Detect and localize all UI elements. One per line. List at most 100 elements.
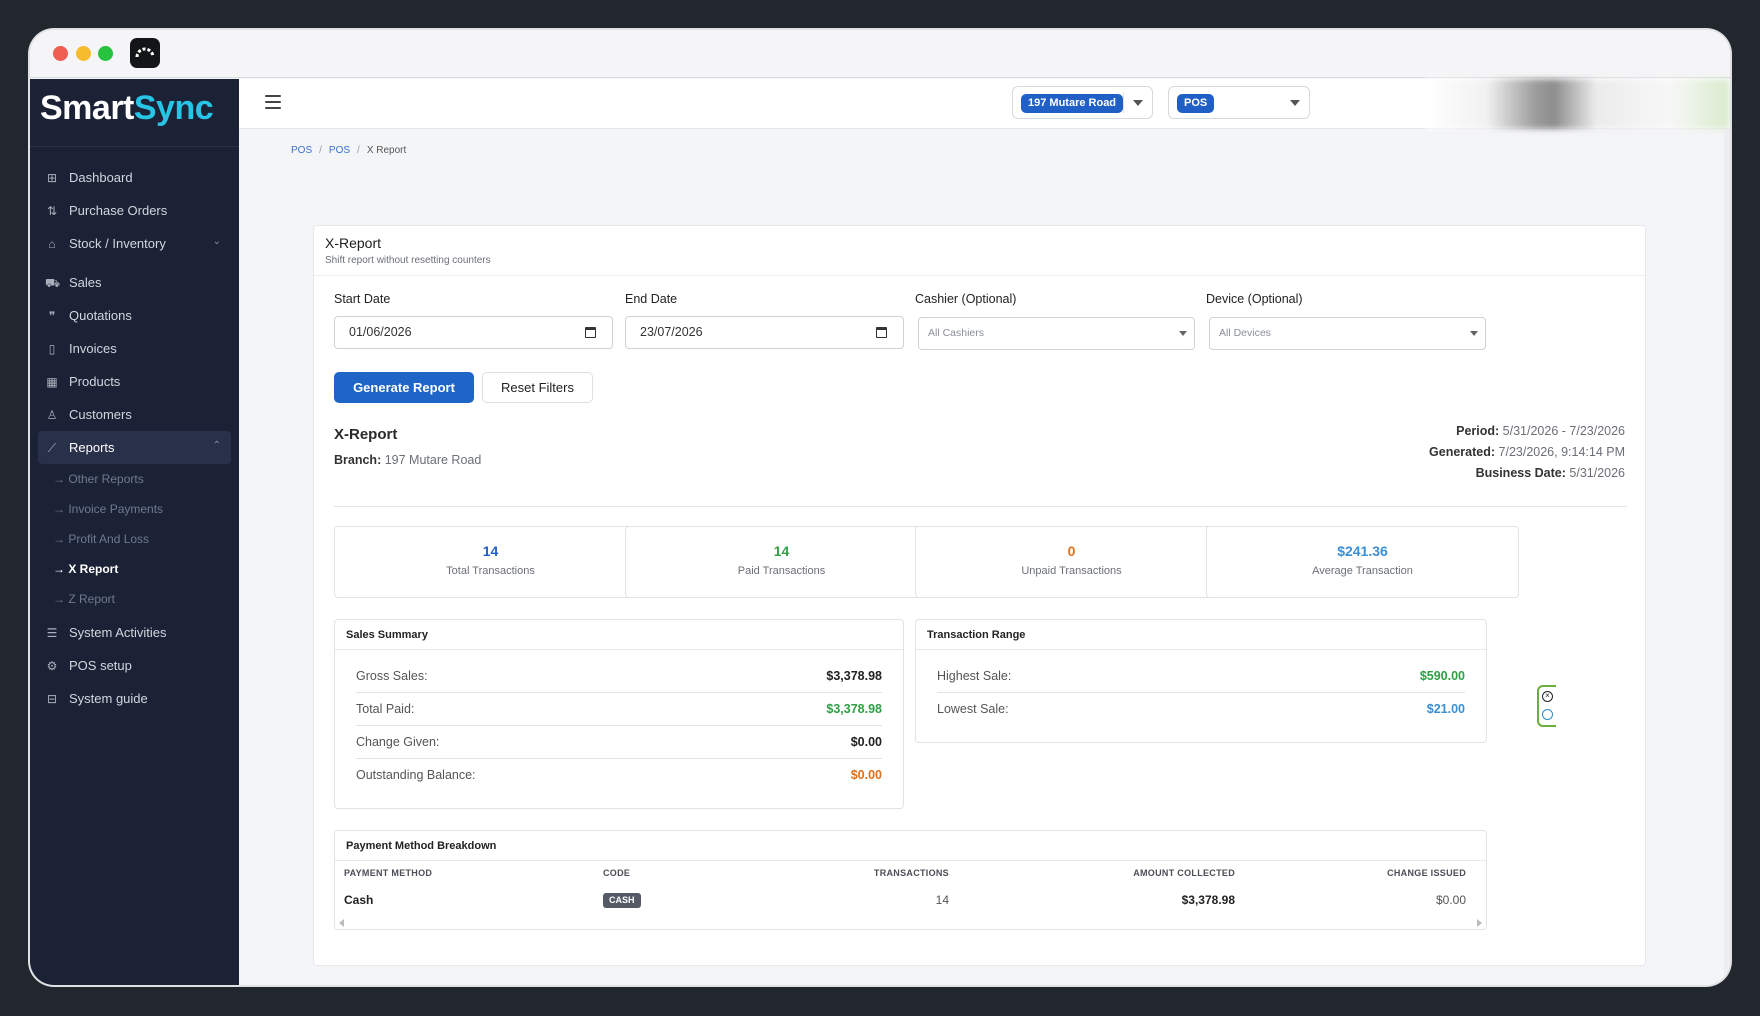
sidebar-subitem-other-reports[interactable]: → Other Reports xyxy=(30,464,239,494)
sidebar-item-system-guide[interactable]: ⊟ System guide xyxy=(30,682,239,715)
start-date-input[interactable]: 01/06/2026 xyxy=(334,316,613,349)
sidebar-item-system-activities[interactable]: ☰ System Activities xyxy=(30,616,239,649)
sidebar-item-invoices[interactable]: ▯ Invoices xyxy=(30,332,239,365)
payment-breakdown-panel: Payment Method Breakdown PAYMENT METHOD … xyxy=(334,830,1487,930)
calendar-icon[interactable] xyxy=(585,327,596,338)
stat-paid-transactions: 14 Paid Transactions xyxy=(625,526,938,598)
breadcrumb-current: X Report xyxy=(366,145,407,156)
mode-select[interactable]: POS xyxy=(1168,86,1310,119)
sales-summary-title: Sales Summary xyxy=(335,620,903,650)
transaction-range-panel: Transaction Range Highest Sale: $590.00 L… xyxy=(915,619,1487,743)
sidebar-nav: ⊞ Dashboard ⇅ Purchase Orders ⌂ Stock / Inv… xyxy=(30,161,239,715)
column-header-code[interactable]: CODE xyxy=(603,868,630,878)
branch-pill: 197 Mutare Road xyxy=(1021,94,1124,113)
menu-toggle-icon[interactable] xyxy=(265,95,281,109)
branch-select[interactable]: 197 Mutare Road xyxy=(1012,86,1153,119)
user-profile-blurred[interactable] xyxy=(1426,79,1730,129)
report-title: X-Report xyxy=(334,426,398,443)
invoice-icon: ▯ xyxy=(48,341,56,356)
sidebar-item-stock-inventory[interactable]: ⌂ Stock / Inventory ⌄ xyxy=(30,227,239,260)
close-circle-icon[interactable]: × xyxy=(1542,691,1553,702)
column-header-amount-collected[interactable]: AMOUNT COLLECTED xyxy=(1133,868,1235,878)
column-header-payment-method[interactable]: PAYMENT METHOD xyxy=(344,868,432,878)
report-business-date: Business Date: 5/31/2026 xyxy=(1475,466,1625,480)
sidebar-subitem-x-report[interactable]: → X Report xyxy=(30,554,239,584)
minimize-window-button[interactable] xyxy=(76,46,91,61)
report-branch: Branch: 197 Mutare Road xyxy=(334,453,482,467)
sidebar-subitem-invoice-payments[interactable]: → Invoice Payments xyxy=(30,494,239,524)
column-header-change-issued[interactable]: CHANGE ISSUED xyxy=(1387,868,1466,878)
calendar-icon[interactable] xyxy=(876,327,887,338)
page-scrollbar[interactable] xyxy=(1724,129,1730,985)
range-row-highest-sale: Highest Sale: $590.00 xyxy=(937,660,1465,693)
stat-label: Total Transactions xyxy=(446,565,535,577)
list-icon: ☰ xyxy=(46,625,58,640)
card-subtitle: Shift report without resetting counters xyxy=(325,255,491,266)
stat-value: 14 xyxy=(773,543,790,559)
table-cell-transactions: 14 xyxy=(935,893,949,907)
summary-row-outstanding-balance: Outstanding Balance: $0.00 xyxy=(356,768,882,782)
report-period: Period: 5/31/2026 - 7/23/2026 xyxy=(1456,424,1625,438)
grid-icon: ⊞ xyxy=(46,170,58,185)
chevron-down-icon xyxy=(1179,331,1187,336)
stat-value: $241.36 xyxy=(1337,543,1388,559)
sidebar-item-reports[interactable]: ⟋ Reports ⌃ xyxy=(38,431,231,464)
end-date-input[interactable]: 23/07/2026 xyxy=(625,316,904,349)
table-cell-change: $0.00 xyxy=(1435,893,1466,907)
breadcrumb-link-pos[interactable]: POS xyxy=(291,145,312,156)
table-cell-method: Cash xyxy=(344,893,374,907)
chevron-down-icon xyxy=(1470,331,1478,336)
sidebar-item-customers[interactable]: ♙ Customers xyxy=(30,398,239,431)
accessibility-icon[interactable] xyxy=(1542,709,1553,720)
reset-filters-button[interactable]: Reset Filters xyxy=(482,372,593,403)
card-title: X-Report xyxy=(325,235,382,251)
stat-total-transactions: 14 Total Transactions xyxy=(334,526,647,598)
sidebar-item-products[interactable]: ▦ Products xyxy=(30,365,239,398)
sort-icon: ⇅ xyxy=(46,203,58,218)
sidebar-item-sales[interactable]: ⛟ Sales xyxy=(30,266,239,299)
sidebar-item-purchase-orders[interactable]: ⇅ Purchase Orders xyxy=(30,194,239,227)
device-select[interactable]: All Devices xyxy=(1209,317,1486,350)
scroll-right-icon[interactable] xyxy=(1477,919,1482,927)
generate-report-button[interactable]: Generate Report xyxy=(334,372,474,403)
stat-value: 14 xyxy=(482,543,499,559)
sidebar-item-quotations[interactable]: ❞ Quotations xyxy=(30,299,239,332)
transaction-range-title: Transaction Range xyxy=(916,620,1486,650)
start-date-label: Start Date xyxy=(334,292,391,306)
summary-row-change-given: Change Given: $0.00 xyxy=(356,726,882,759)
breadcrumb: POS / POS / X Report xyxy=(291,145,407,156)
summary-row-gross-sales: Gross Sales: $3,378.98 xyxy=(356,660,882,693)
cart-icon: ⛟ xyxy=(45,275,61,290)
summary-row-total-paid: Total Paid: $3,378.98 xyxy=(356,693,882,726)
close-window-button[interactable] xyxy=(53,46,68,61)
app-window: SmartSync ⊞ Dashboard ⇅ Purchase Orders ⌂ S… xyxy=(30,30,1730,985)
chevron-down-icon: ⌄ xyxy=(212,236,221,247)
maximize-window-button[interactable] xyxy=(98,46,113,61)
sidebar: SmartSync ⊞ Dashboard ⇅ Purchase Orders ⌂ S… xyxy=(30,79,239,985)
sidebar-subitem-z-report[interactable]: → Z Report xyxy=(30,584,239,614)
sidebar-item-pos-setup[interactable]: ⚙ POS setup xyxy=(30,649,239,682)
sales-summary-panel: Sales Summary Gross Sales: $3,378.98 Tota… xyxy=(334,619,904,809)
table-cell-amount: $3,378.98 xyxy=(1181,893,1235,907)
x-report-card: X-Report Shift report without resetting … xyxy=(313,225,1646,966)
chart-line-icon: ⟋ xyxy=(47,440,57,455)
sidebar-subitem-profit-and-loss[interactable]: → Profit And Loss xyxy=(30,524,239,554)
settings-icon: ⚙ xyxy=(46,658,58,673)
cashier-select[interactable]: All Cashiers xyxy=(918,317,1195,350)
mode-pill: POS xyxy=(1177,94,1215,113)
device-label: Device (Optional) xyxy=(1206,292,1303,306)
breadcrumb-link-pos-2[interactable]: POS xyxy=(329,145,350,156)
cashier-label: Cashier (Optional) xyxy=(915,292,1017,306)
app-logo[interactable]: SmartSync xyxy=(40,89,214,128)
main-content: 197 Mutare Road POS POS / POS / X Report X-R… xyxy=(239,79,1730,985)
stat-label: Unpaid Transactions xyxy=(1021,565,1122,577)
sidebar-item-dashboard[interactable]: ⊞ Dashboard xyxy=(30,161,239,194)
payment-breakdown-title: Payment Method Breakdown xyxy=(335,831,1486,861)
chevron-up-icon: ⌃ xyxy=(212,440,221,451)
range-row-lowest-sale: Lowest Sale: $21.00 xyxy=(937,702,1465,716)
app-icon xyxy=(130,38,160,68)
side-widget[interactable]: × xyxy=(1537,685,1556,727)
column-header-transactions[interactable]: TRANSACTIONS xyxy=(874,868,949,878)
stat-unpaid-transactions: 0 Unpaid Transactions xyxy=(915,526,1228,598)
scroll-left-icon[interactable] xyxy=(339,919,344,927)
